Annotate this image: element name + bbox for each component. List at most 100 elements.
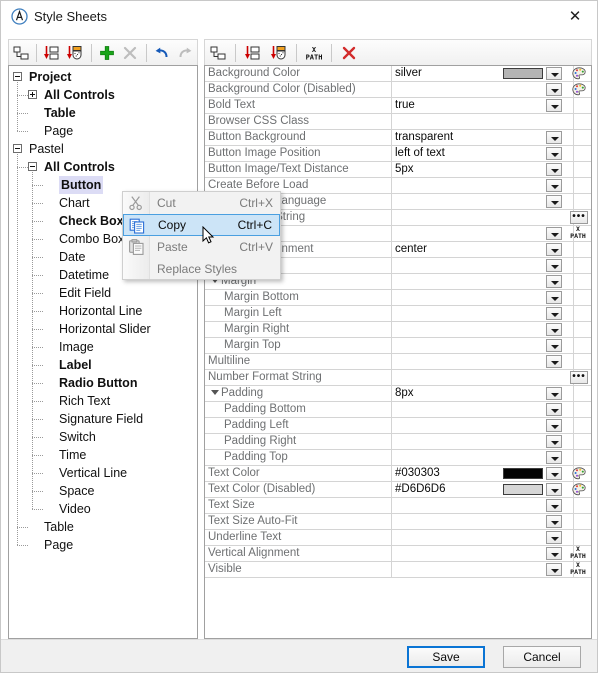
property-row[interactable]: Margin Left	[205, 306, 591, 322]
property-row[interactable]: Visible X PATH	[205, 562, 591, 578]
collapse-icon[interactable]	[13, 144, 22, 153]
xpath-icon[interactable]: X PATH	[567, 226, 589, 241]
chevron-down-icon[interactable]	[546, 419, 562, 432]
property-row[interactable]: Margin Right	[205, 322, 591, 338]
chevron-down-icon[interactable]	[546, 131, 562, 144]
chevron-down-icon[interactable]	[546, 547, 562, 560]
property-row[interactable]: Padding 8px	[205, 386, 591, 402]
chevron-down-icon[interactable]	[546, 307, 562, 320]
tree-item-table[interactable]: Table	[9, 104, 197, 122]
chevron-down-icon[interactable]	[546, 563, 562, 576]
chevron-down-icon[interactable]	[546, 195, 562, 208]
property-row[interactable]: Padding Top	[205, 450, 591, 466]
chevron-down-icon[interactable]	[546, 515, 562, 528]
chevron-down-icon[interactable]	[546, 243, 562, 256]
collapse-icon[interactable]	[13, 72, 22, 81]
chevron-down-icon[interactable]	[546, 339, 562, 352]
tree-item-project[interactable]: Project	[9, 68, 197, 86]
property-grid[interactable]: Background Color silver Background Color (…	[204, 65, 592, 639]
chevron-down-icon[interactable]	[546, 291, 562, 304]
red-x-icon[interactable]	[337, 41, 361, 65]
expand-icon[interactable]	[28, 90, 37, 99]
property-row[interactable]: Padding Bottom	[205, 402, 591, 418]
chevron-down-icon[interactable]	[546, 227, 562, 240]
import-arrow-icon[interactable]	[241, 41, 265, 65]
cancel-button[interactable]: Cancel	[503, 646, 581, 668]
property-value[interactable]: 8px	[395, 386, 414, 401]
property-row[interactable]: Multiline	[205, 354, 591, 370]
property-row[interactable]: Margin Top	[205, 338, 591, 354]
ellipsis-button[interactable]: •••	[570, 371, 588, 384]
property-row[interactable]: Button Background transparent	[205, 130, 591, 146]
property-row[interactable]: Text Size	[205, 498, 591, 514]
color-palette-icon[interactable]	[572, 483, 587, 496]
property-row[interactable]: Underline Text	[205, 530, 591, 546]
ellipsis-button[interactable]: •••	[570, 211, 588, 224]
chevron-down-icon[interactable]	[546, 499, 562, 512]
property-row[interactable]: Bold Text true	[205, 98, 591, 114]
save-button[interactable]: Save	[407, 646, 485, 668]
property-row[interactable]: Number Format String •••	[205, 370, 591, 386]
chevron-down-icon[interactable]	[546, 467, 562, 480]
xpath-icon[interactable]: X PATH	[302, 41, 326, 65]
property-row[interactable]: Vertical Alignment X PATH	[205, 546, 591, 562]
property-value[interactable]: center	[395, 242, 427, 257]
color-palette-icon[interactable]	[572, 83, 587, 96]
property-row[interactable]: Margin Bottom	[205, 290, 591, 306]
tree-item-all-controls[interactable]: All Controls	[9, 158, 197, 176]
chevron-down-icon[interactable]	[546, 451, 562, 464]
chevron-down-icon[interactable]	[546, 435, 562, 448]
chevron-down-icon[interactable]	[546, 531, 562, 544]
undo-arrow-icon[interactable]	[152, 41, 173, 65]
chevron-down-icon[interactable]	[546, 275, 562, 288]
xpath-icon[interactable]: X PATH	[567, 562, 589, 577]
tree-item-pastel[interactable]: Pastel	[9, 140, 197, 158]
chevron-down-icon[interactable]	[546, 259, 562, 272]
property-view-button[interactable]	[206, 41, 230, 65]
property-row[interactable]: Text Color #030303	[205, 466, 591, 482]
export-arrow-icon[interactable]	[267, 41, 291, 65]
chevron-down-icon[interactable]	[546, 323, 562, 336]
chevron-down-icon[interactable]	[546, 403, 562, 416]
property-row[interactable]: Background Color (Disabled)	[205, 82, 591, 98]
chevron-down-icon[interactable]	[546, 179, 562, 192]
property-value[interactable]: left of text	[395, 146, 445, 161]
import-arrow-icon[interactable]	[42, 41, 63, 65]
chevron-down-icon[interactable]	[546, 355, 562, 368]
property-value[interactable]: 5px	[395, 162, 414, 177]
property-row[interactable]: Text Size Auto-Fit	[205, 514, 591, 530]
property-row[interactable]: Button Image Position left of text	[205, 146, 591, 162]
property-row[interactable]: Text Color (Disabled) #D6D6D6	[205, 482, 591, 498]
export-arrow-icon[interactable]	[65, 41, 86, 65]
tree-item-all-controls[interactable]: All Controls	[9, 86, 197, 104]
redo-arrow-icon[interactable]	[175, 41, 196, 65]
tree-item-page[interactable]: Page	[9, 536, 197, 554]
color-palette-icon[interactable]	[572, 467, 587, 480]
property-row[interactable]: Padding Right	[205, 434, 591, 450]
color-palette-icon[interactable]	[572, 67, 587, 80]
property-row[interactable]: Background Color silver	[205, 66, 591, 82]
property-row[interactable]: Padding Left	[205, 418, 591, 434]
plus-icon[interactable]	[97, 41, 118, 65]
property-value[interactable]: #030303	[395, 466, 440, 481]
chevron-down-icon[interactable]	[546, 83, 562, 96]
chevron-down-icon[interactable]	[546, 99, 562, 112]
chevron-down-icon[interactable]	[546, 163, 562, 176]
property-value[interactable]: silver	[395, 66, 422, 81]
property-row[interactable]: Browser CSS Class	[205, 114, 591, 130]
collapse-triangle-icon[interactable]	[211, 390, 219, 395]
chevron-down-icon[interactable]	[546, 387, 562, 400]
context-menu-item-replace-styles[interactable]: Replace Styles	[123, 258, 280, 280]
property-row[interactable]: Button Image/Text Distance 5px	[205, 162, 591, 178]
close-icon[interactable]: ✕	[553, 1, 597, 31]
style-sheet-view-button[interactable]	[10, 41, 31, 65]
property-value[interactable]: transparent	[395, 130, 453, 145]
context-menu-item-cut[interactable]: Cut Ctrl+X	[123, 192, 280, 214]
chevron-down-icon[interactable]	[546, 483, 562, 496]
delete-style-button[interactable]	[120, 41, 141, 65]
tree-item-page[interactable]: Page	[9, 122, 197, 140]
tree-item-table[interactable]: Table	[9, 518, 197, 536]
property-value[interactable]: #D6D6D6	[395, 482, 446, 497]
chevron-down-icon[interactable]	[546, 67, 562, 80]
collapse-icon[interactable]	[28, 162, 37, 171]
